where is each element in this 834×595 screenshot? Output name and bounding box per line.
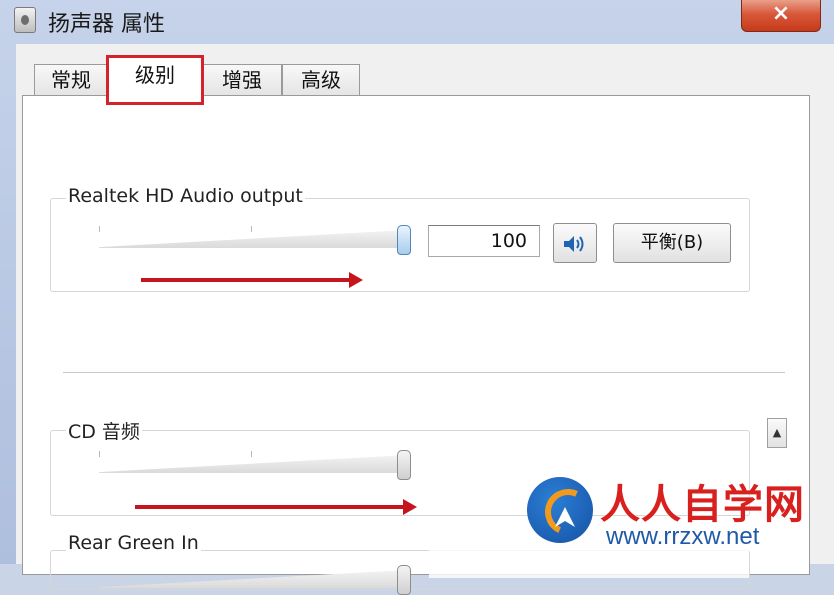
close-button[interactable]: × — [741, 0, 821, 32]
speaker-icon — [564, 236, 584, 252]
slider-tick — [251, 451, 252, 457]
window-frame: 扬声器 属性 × 常规 级别 增强 高级 Realtek HD Audio ou… — [0, 0, 834, 595]
tab-enhancements[interactable]: 增强 — [202, 64, 282, 96]
slider-thumb[interactable] — [397, 450, 411, 480]
volume-slider-cd-audio[interactable] — [99, 450, 411, 480]
section-divider — [63, 372, 785, 373]
arrow-up-icon: ▲ — [772, 426, 782, 439]
tab-highlight-box — [106, 55, 204, 105]
volume-slider-realtek[interactable] — [99, 225, 411, 255]
slider-tick — [99, 226, 100, 232]
slider-track — [99, 570, 407, 588]
mute-button[interactable] — [553, 223, 597, 263]
slider-tick — [251, 226, 252, 232]
red-annotation-arrow — [135, 499, 417, 515]
device-name-cd-audio: CD 音频 — [66, 417, 142, 444]
balance-button[interactable]: 平衡(B) — [613, 223, 731, 263]
slider-track — [99, 455, 407, 473]
watermark-url: www.rrzxw.net — [606, 523, 760, 550]
tab-advanced[interactable]: 高级 — [282, 64, 360, 96]
speaker-app-icon — [14, 7, 36, 33]
volume-value-field[interactable]: 100 — [428, 225, 540, 257]
red-annotation-arrow — [141, 272, 363, 288]
title-bar[interactable]: 扬声器 属性 × — [0, 0, 834, 44]
watermark-logo-icon — [527, 477, 593, 543]
slider-track — [99, 230, 407, 248]
slider-thumb[interactable] — [397, 565, 411, 595]
close-icon: × — [771, 1, 791, 26]
device-name-realtek: Realtek HD Audio output — [66, 185, 305, 207]
slider-thumb[interactable] — [397, 225, 411, 255]
device-name-rear-green-in: Rear Green In — [66, 532, 201, 554]
tab-general[interactable]: 常规 — [34, 64, 108, 96]
slider-tick — [99, 451, 100, 457]
volume-slider-rear-green-in[interactable] — [99, 565, 411, 595]
watermark-text: 人人自学网 — [600, 482, 805, 528]
window-title: 扬声器 属性 — [48, 12, 165, 37]
blurred-controls — [429, 548, 749, 578]
scroll-up-button[interactable]: ▲ — [767, 418, 787, 448]
